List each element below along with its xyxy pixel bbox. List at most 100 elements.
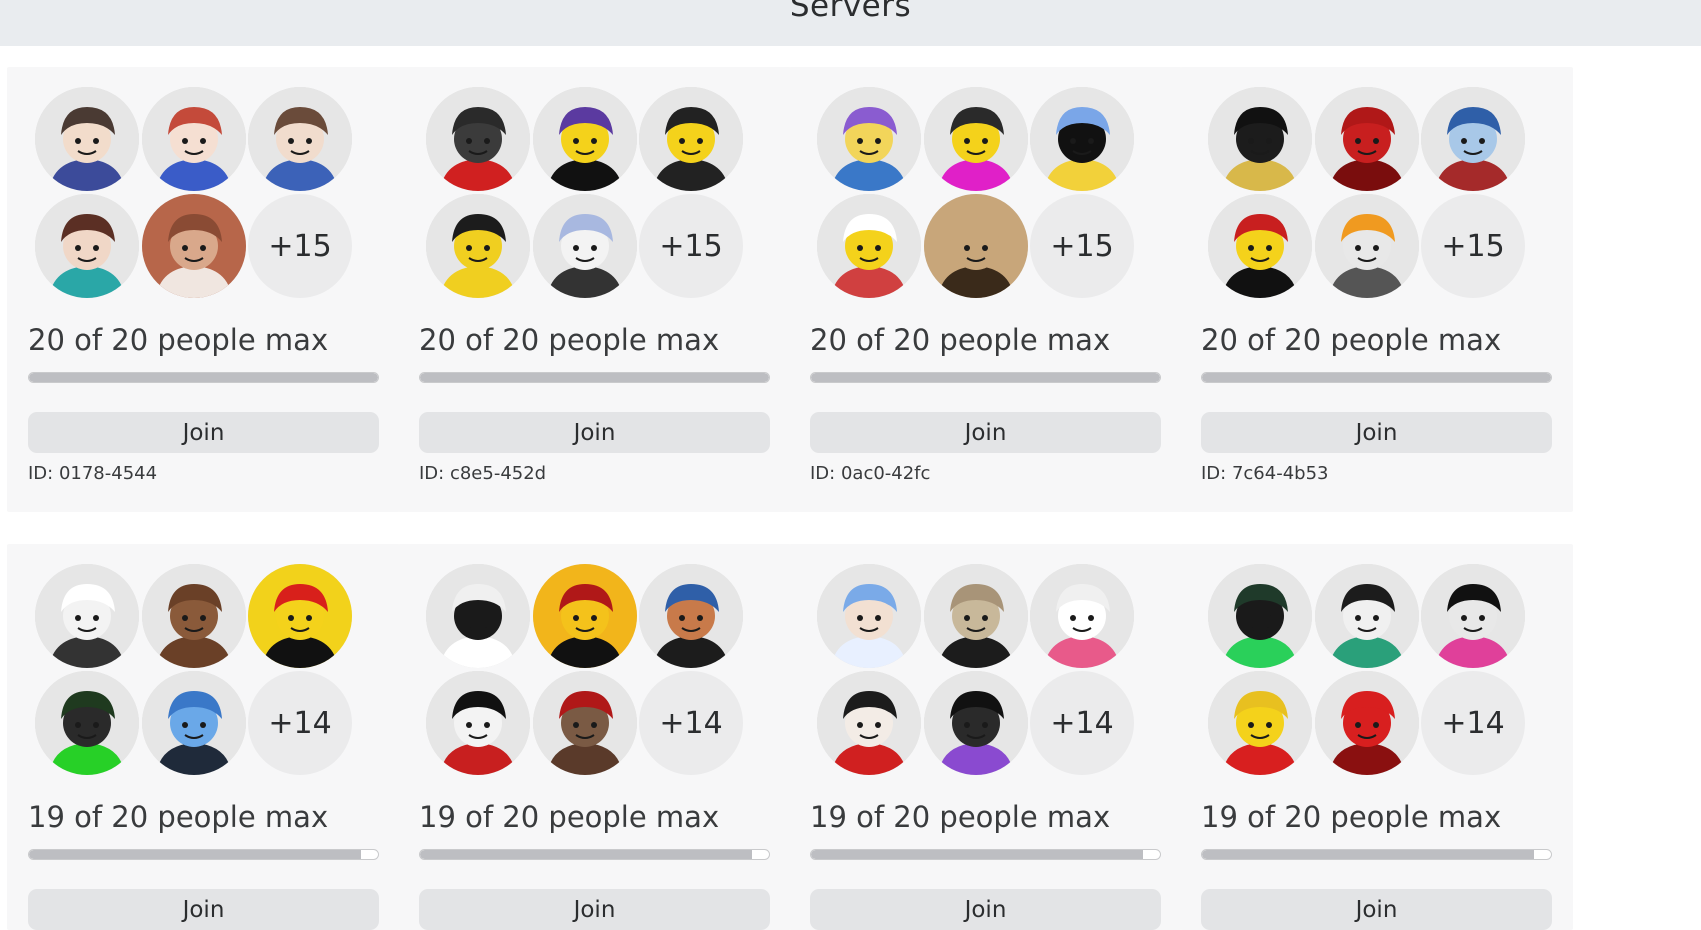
capacity-bar (810, 372, 1161, 383)
server-card: +15 20 of 20 people max Join ID: 7c64-4b53 (1180, 67, 1573, 512)
avatar-red-shirt-text[interactable] (1315, 671, 1419, 775)
avatar-black-bunny-suit[interactable] (1208, 87, 1312, 191)
capacity-bar (1201, 849, 1552, 860)
avatar-magenta-shirt[interactable] (924, 87, 1028, 191)
more-players-badge: +15 (248, 194, 352, 298)
avatar-small-blue-hat[interactable] (639, 564, 743, 668)
more-players-badge: +14 (639, 671, 743, 775)
capacity-bar-fill (811, 373, 1160, 382)
capacity-bar-fill (420, 850, 752, 859)
server-id: ID: c8e5-452d (419, 463, 547, 484)
player-avatars: +15 (35, 87, 375, 311)
capacity-bar (28, 372, 379, 383)
avatar-white-hat-blonde[interactable] (817, 194, 921, 298)
server-id: ID: 0178-4544 (28, 463, 158, 484)
avatar-white-blue-hair[interactable] (533, 194, 637, 298)
more-players-badge: +15 (1030, 194, 1134, 298)
avatar-red-shirt-blonde[interactable] (1208, 671, 1312, 775)
server-card: +14 19 of 20 people max Join (1180, 544, 1573, 930)
avatar-robot-red-eyes[interactable] (426, 87, 530, 191)
avatar-smiley-face[interactable] (924, 194, 1028, 298)
capacity-bar-fill (420, 373, 769, 382)
avatar-brown-bob-hair[interactable] (35, 194, 139, 298)
avatar-bandaged-face[interactable] (142, 194, 246, 298)
capacity-bar (419, 849, 770, 860)
avatar-white-skull-mask[interactable] (1315, 564, 1419, 668)
server-grid: +15 20 of 20 people max Join ID: 0178-4544 +… (0, 0, 1701, 930)
more-players-badge: +15 (639, 194, 743, 298)
avatar-seal-mask[interactable] (533, 671, 637, 775)
avatar-brown-hair-closeup[interactable] (248, 87, 352, 191)
capacity-bar-fill (1202, 850, 1534, 859)
avatar-brown-blocky[interactable] (142, 564, 246, 668)
player-count-label: 19 of 20 people max (1201, 800, 1502, 834)
avatar-party-hat[interactable] (817, 87, 921, 191)
player-avatars: +15 (1208, 87, 1548, 311)
avatar-white-hat-its-wrong[interactable] (35, 564, 139, 668)
server-card: +15 20 of 20 people max Join ID: 0178-4544 (7, 67, 400, 512)
player-count-label: 19 of 20 people max (28, 800, 329, 834)
more-players-badge: +14 (1421, 671, 1525, 775)
more-players-badge: +14 (248, 671, 352, 775)
join-button[interactable]: Join (419, 412, 770, 453)
join-button[interactable]: Join (1201, 889, 1552, 930)
capacity-bar-fill (29, 373, 378, 382)
avatar-green-masked[interactable] (1208, 564, 1312, 668)
capacity-bar (1201, 372, 1552, 383)
server-card: +14 19 of 20 people max Join (7, 544, 400, 930)
avatar-dark-hair-blue-hat[interactable] (35, 87, 139, 191)
avatar-orange-hardhat[interactable] (1315, 194, 1419, 298)
avatar-blue-blocky[interactable] (142, 671, 246, 775)
player-count-label: 20 of 20 people max (419, 323, 720, 357)
player-count-label: 19 of 20 people max (810, 800, 1111, 834)
capacity-bar-fill (811, 850, 1143, 859)
server-id: ID: 0ac0-42fc (810, 463, 931, 484)
avatar-black-messy-hair[interactable] (426, 671, 530, 775)
join-button[interactable]: Join (28, 412, 379, 453)
avatar-red-horns[interactable] (1315, 87, 1419, 191)
avatar-red-horned-hat[interactable] (1208, 194, 1312, 298)
player-avatars: +14 (426, 564, 766, 788)
avatar-roblox-cap-smile[interactable] (248, 564, 352, 668)
avatar-black-fedora[interactable] (639, 87, 743, 191)
avatar-ice-crown[interactable] (817, 564, 921, 668)
player-avatars: +15 (426, 87, 766, 311)
server-card: +15 20 of 20 people max Join ID: 0ac0-42fc (789, 67, 1182, 512)
avatar-white-pink-headphones[interactable] (1030, 564, 1134, 668)
avatar-gold-helmet[interactable] (533, 564, 637, 668)
avatar-black-block-blue-spikes[interactable] (1030, 87, 1134, 191)
more-players-badge: +15 (1421, 194, 1525, 298)
join-button[interactable]: Join (810, 889, 1161, 930)
join-button[interactable]: Join (28, 889, 379, 930)
server-card: +14 19 of 20 people max Join (789, 544, 1182, 930)
player-avatars: +15 (817, 87, 1157, 311)
avatar-black-bunny-ears[interactable] (426, 194, 530, 298)
avatar-black-curly-hair[interactable] (817, 671, 921, 775)
avatar-blue-helmet[interactable] (1421, 87, 1525, 191)
avatar-tan-ninja[interactable] (924, 564, 1028, 668)
avatar-white-spiky-grin[interactable] (426, 564, 530, 668)
server-id: ID: 7c64-4b53 (1201, 463, 1329, 484)
player-avatars: +14 (817, 564, 1157, 788)
avatar-pink-top-hat[interactable] (1421, 564, 1525, 668)
player-avatars: +14 (35, 564, 375, 788)
capacity-bar-fill (1202, 373, 1551, 382)
player-count-label: 19 of 20 people max (419, 800, 720, 834)
capacity-bar (28, 849, 379, 860)
avatar-dark-purple-cat[interactable] (924, 671, 1028, 775)
player-count-label: 20 of 20 people max (1201, 323, 1502, 357)
avatar-green-shadow[interactable] (35, 671, 139, 775)
capacity-bar-fill (29, 850, 361, 859)
server-card: +15 20 of 20 people max Join ID: c8e5-452d (398, 67, 791, 512)
capacity-bar (810, 849, 1161, 860)
capacity-bar (419, 372, 770, 383)
join-button[interactable]: Join (1201, 412, 1552, 453)
avatar-purple-cap-sunglasses[interactable] (533, 87, 637, 191)
join-button[interactable]: Join (810, 412, 1161, 453)
join-button[interactable]: Join (419, 889, 770, 930)
player-count-label: 20 of 20 people max (810, 323, 1111, 357)
player-avatars: +14 (1208, 564, 1548, 788)
server-card: +14 19 of 20 people max Join (398, 544, 791, 930)
avatar-red-hair-anime[interactable] (142, 87, 246, 191)
player-count-label: 20 of 20 people max (28, 323, 329, 357)
